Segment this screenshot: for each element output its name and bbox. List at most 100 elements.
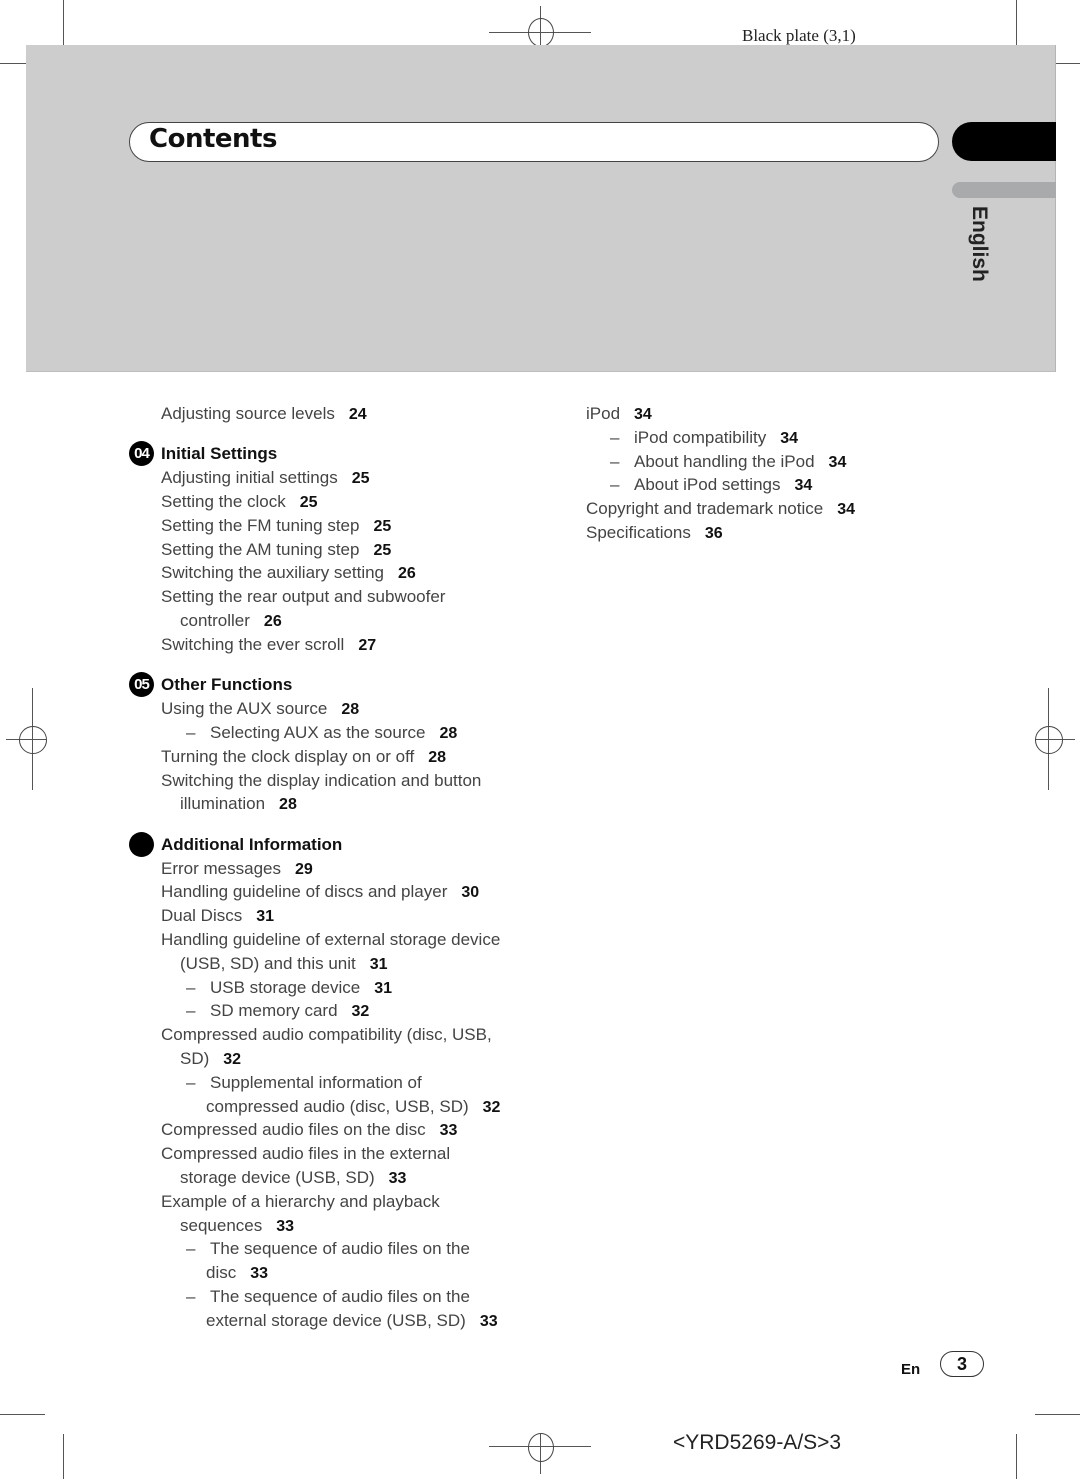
toc-entry[interactable]: – The sequence of audio files on the xyxy=(186,1285,470,1309)
toc-page-number: 36 xyxy=(704,525,723,542)
dash-bullet: – xyxy=(186,1072,196,1092)
section-heading[interactable]: Other Functions xyxy=(161,673,292,697)
toc-entry-continuation[interactable]: controller 26 xyxy=(180,609,282,634)
crop-mark-bottom-left-horizontal xyxy=(0,1414,45,1415)
toc-entry-text: Using the AUX source xyxy=(161,699,328,719)
toc-entry-text: Setting the clock xyxy=(161,492,286,512)
toc-page-number: 31 xyxy=(256,908,275,926)
toc-entry[interactable]: Setting the clock 25 xyxy=(161,490,318,515)
toc-entry-continuation[interactable]: illumination 28 xyxy=(180,792,297,817)
toc-page-number: 24 xyxy=(348,406,367,423)
toc-entry-continuation[interactable]: disc 33 xyxy=(206,1261,268,1286)
toc-entry[interactable]: – Selecting AUX as the source 28 xyxy=(186,721,457,746)
toc-entry-text: controller xyxy=(180,611,250,631)
toc-entry[interactable]: Handling guideline of external storage d… xyxy=(161,928,500,952)
crop-mark-top-right-horizontal xyxy=(1055,63,1080,64)
section-tab-black xyxy=(952,122,1056,161)
toc-entry[interactable]: Example of a hierarchy and playback xyxy=(161,1190,440,1214)
dash-bullet: – xyxy=(186,722,196,742)
section-heading[interactable]: Additional Information xyxy=(161,833,342,857)
toc-entry[interactable]: – About handling the iPod 34 xyxy=(610,450,846,475)
toc-page-number: 28 xyxy=(439,724,458,742)
toc-entry-text: iPod compatibility xyxy=(634,427,767,447)
toc-entry[interactable]: iPod 34 xyxy=(586,402,652,427)
dash-bullet: – xyxy=(610,451,620,471)
toc-entry[interactable]: – Supplemental information of xyxy=(186,1071,422,1095)
toc-page-number: 32 xyxy=(351,1003,370,1021)
toc-entry[interactable]: Switching the ever scroll 27 xyxy=(161,633,376,658)
toc-entry-text: USB storage device xyxy=(210,977,361,997)
toc-entry[interactable]: Specifications 36 xyxy=(586,521,723,546)
toc-entry[interactable]: – SD memory card 32 xyxy=(186,999,369,1024)
toc-entry[interactable]: Adjusting initial settings 25 xyxy=(161,466,370,491)
toc-entry[interactable]: Setting the rear output and subwoofer xyxy=(161,585,445,609)
header-band xyxy=(26,45,1056,372)
toc-page-number: 34 xyxy=(828,453,847,471)
toc-entry-text: Handling guideline of discs and player xyxy=(161,882,448,902)
crop-mark-bottom-left-vertical xyxy=(63,1434,64,1479)
toc-entry-continuation[interactable]: external storage device (USB, SD) 33 xyxy=(206,1309,498,1334)
toc-page-number: 34 xyxy=(780,429,799,447)
toc-entry[interactable]: – The sequence of audio files on the xyxy=(186,1237,470,1261)
toc-entry-text: The sequence of audio files on the xyxy=(210,1286,470,1306)
toc-entry-continuation[interactable]: compressed audio (disc, USB, SD) 32 xyxy=(206,1095,500,1120)
toc-entry-text: Setting the rear output and subwoofer xyxy=(161,587,446,607)
toc-entry[interactable]: Turning the clock display on or off 28 xyxy=(161,745,446,770)
toc-page-number: 32 xyxy=(223,1050,242,1068)
section-heading[interactable]: Initial Settings xyxy=(161,442,277,466)
dash-bullet: – xyxy=(186,1286,196,1306)
toc-entry[interactable]: Setting the FM tuning step 25 xyxy=(161,514,391,539)
section-tab-gray xyxy=(952,182,1056,198)
crop-mark-top-right-vertical xyxy=(1016,0,1017,45)
toc-entry-text: Adjusting source levels xyxy=(161,404,335,423)
toc-entry-text: sequences xyxy=(180,1215,263,1235)
toc-entry[interactable]: Handling guideline of discs and player 30 xyxy=(161,880,479,905)
toc-entry-text: Dual Discs xyxy=(161,906,243,926)
toc-page-number: 30 xyxy=(461,884,480,902)
toc-page-number: 25 xyxy=(351,470,370,488)
crop-mark-top-left-vertical xyxy=(63,0,64,45)
toc-entry-text: Handling guideline of external storage d… xyxy=(161,929,501,949)
toc-entry-text: Compressed audio compatibility (disc, US… xyxy=(161,1025,492,1045)
toc-entry-text: Selecting AUX as the source xyxy=(210,722,426,742)
toc-entry[interactable]: Switching the auxiliary setting 26 xyxy=(161,561,416,586)
toc-entry[interactable]: Using the AUX source 28 xyxy=(161,697,359,722)
toc-entry[interactable]: Error messages 29 xyxy=(161,857,313,882)
toc-entry-text: compressed audio (disc, USB, SD) xyxy=(206,1096,469,1116)
toc-page-number: 34 xyxy=(837,501,855,519)
toc-entry[interactable]: – USB storage device 31 xyxy=(186,976,392,1001)
toc-entry-continuation[interactable]: sequences 33 xyxy=(180,1214,294,1239)
toc-entry[interactable]: Switching the display indication and but… xyxy=(161,769,481,793)
toc-entry[interactable]: Setting the AM tuning step 25 xyxy=(161,538,391,563)
toc-entry-text: Supplemental information of xyxy=(210,1072,422,1092)
toc-entry[interactable]: Copyright and trademark notice 34 xyxy=(586,497,855,522)
toc-page-number: 33 xyxy=(388,1169,407,1187)
toc-entry-continuation[interactable]: (USB, SD) and this unit 31 xyxy=(180,952,388,977)
dash-bullet: – xyxy=(186,977,196,997)
toc-entry-text: Setting the FM tuning step xyxy=(161,515,360,535)
toc-page-number: 29 xyxy=(294,860,313,878)
section-number-badge: 05 xyxy=(129,672,154,698)
language-abbrev: En xyxy=(901,1361,921,1378)
toc-entry-continuation[interactable]: SD) 32 xyxy=(180,1047,241,1072)
toc-entry[interactable]: – iPod compatibility 34 xyxy=(610,426,798,451)
toc-entry-text: (USB, SD) and this unit xyxy=(180,953,356,973)
toc-entry-text: Setting the AM tuning step xyxy=(161,539,360,559)
toc-entry[interactable]: – About iPod settings 34 xyxy=(610,473,812,498)
crop-mark-top-left-horizontal xyxy=(0,63,26,64)
toc-entry-text: Example of a hierarchy and playback xyxy=(161,1191,440,1211)
toc-page-number: 28 xyxy=(341,701,360,719)
toc-page-number: 33 xyxy=(479,1312,498,1330)
toc-entry[interactable]: Compressed audio files on the disc 33 xyxy=(161,1118,457,1143)
toc-entry-text: Error messages xyxy=(161,858,281,878)
toc-entry[interactable]: Adjusting source levels 24 xyxy=(161,402,367,427)
toc-entry-text: Adjusting initial settings xyxy=(161,468,338,488)
toc-entry[interactable]: Compressed audio files in the external xyxy=(161,1142,450,1166)
toc-entry[interactable]: Compressed audio compatibility (disc, US… xyxy=(161,1023,492,1047)
toc-page-number: 34 xyxy=(794,477,813,495)
toc-page-number: 27 xyxy=(358,636,377,654)
section-number-badge xyxy=(129,831,154,857)
toc-page-number: 32 xyxy=(482,1098,501,1116)
toc-entry[interactable]: Dual Discs 31 xyxy=(161,904,274,929)
toc-entry-continuation[interactable]: storage device (USB, SD) 33 xyxy=(180,1166,406,1191)
